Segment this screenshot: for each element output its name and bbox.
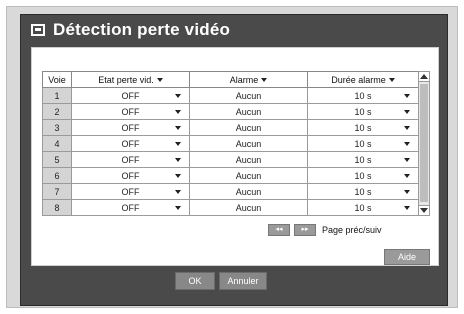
dropdown-arrow-icon — [388, 78, 395, 83]
dropdown-arrow-icon — [175, 174, 181, 178]
dropdown-arrow-icon — [261, 78, 268, 83]
duree-select[interactable]: 10 s — [307, 87, 419, 104]
alarme-value[interactable]: Aucun — [189, 167, 308, 184]
alarme-value[interactable]: Aucun — [189, 199, 308, 216]
etat-select[interactable]: OFF — [71, 119, 190, 136]
next-page-button[interactable]: ▸▸ — [294, 224, 316, 236]
etat-select[interactable]: OFF — [71, 103, 190, 120]
monitor-icon — [31, 24, 45, 36]
alarme-value[interactable]: Aucun — [189, 103, 308, 120]
etat-select[interactable]: OFF — [71, 87, 190, 104]
dropdown-arrow-icon — [404, 174, 410, 178]
channel-number: 3 — [42, 119, 72, 136]
channel-number: 7 — [42, 183, 72, 200]
video-loss-dialog: Détection perte vidéo Voie Etat perte vi… — [20, 14, 448, 306]
table-row: 2 OFF Aucun 10 s — [42, 103, 419, 120]
channel-number: 4 — [42, 135, 72, 152]
dialog-title: Détection perte vidéo — [53, 20, 231, 39]
etat-select[interactable]: OFF — [71, 199, 190, 216]
table-row: 7 OFF Aucun 10 s — [42, 183, 419, 200]
dropdown-arrow-icon — [175, 190, 181, 194]
channel-number: 6 — [42, 167, 72, 184]
dropdown-arrow-icon — [175, 206, 181, 210]
table-row: 1 OFF Aucun 10 s — [42, 87, 419, 104]
channel-number: 8 — [42, 199, 72, 216]
channel-number: 5 — [42, 151, 72, 168]
dropdown-arrow-icon — [404, 110, 410, 114]
alarme-value[interactable]: Aucun — [189, 119, 308, 136]
video-loss-table: Voie Etat perte vid. Alarme Durée alarme… — [42, 71, 419, 216]
etat-select[interactable]: OFF — [71, 167, 190, 184]
alarme-value[interactable]: Aucun — [189, 135, 308, 152]
channel-number: 1 — [42, 87, 72, 104]
dropdown-arrow-icon — [175, 158, 181, 162]
prev-page-button[interactable]: ◂◂ — [268, 224, 290, 236]
duree-select[interactable]: 10 s — [307, 119, 419, 136]
help-button[interactable]: Aide — [384, 249, 430, 265]
title-bar: Détection perte vidéo — [21, 15, 447, 45]
header-duree-alarme[interactable]: Durée alarme — [307, 71, 419, 88]
cancel-button[interactable]: Annuler — [219, 272, 267, 290]
duree-select[interactable]: 10 s — [307, 199, 419, 216]
dropdown-arrow-icon — [404, 94, 410, 98]
duree-select[interactable]: 10 s — [307, 135, 419, 152]
table-header-row: Voie Etat perte vid. Alarme Durée alarme — [42, 71, 419, 88]
dropdown-arrow-icon — [156, 78, 163, 83]
dropdown-arrow-icon — [404, 190, 410, 194]
duree-select[interactable]: 10 s — [307, 183, 419, 200]
table-row: 4 OFF Aucun 10 s — [42, 135, 419, 152]
table-row: 6 OFF Aucun 10 s — [42, 167, 419, 184]
dropdown-arrow-icon — [404, 206, 410, 210]
dropdown-arrow-icon — [404, 142, 410, 146]
alarme-value[interactable]: Aucun — [189, 183, 308, 200]
dropdown-arrow-icon — [175, 110, 181, 114]
table-row: 3 OFF Aucun 10 s — [42, 119, 419, 136]
table-row: 5 OFF Aucun 10 s — [42, 151, 419, 168]
content-panel: Voie Etat perte vid. Alarme Durée alarme… — [31, 47, 439, 266]
dropdown-arrow-icon — [404, 158, 410, 162]
dropdown-arrow-icon — [175, 142, 181, 146]
header-alarme[interactable]: Alarme — [189, 71, 308, 88]
pager: ◂◂ ▸▸ Page préc/suiv — [268, 224, 382, 236]
dropdown-arrow-icon — [175, 94, 181, 98]
ok-button[interactable]: OK — [175, 272, 215, 290]
alarme-value[interactable]: Aucun — [189, 151, 308, 168]
header-etat-perte[interactable]: Etat perte vid. — [71, 71, 190, 88]
dropdown-arrow-icon — [175, 126, 181, 130]
etat-select[interactable]: OFF — [71, 151, 190, 168]
scroll-up-icon[interactable] — [419, 72, 429, 82]
header-voie: Voie — [42, 71, 72, 88]
etat-select[interactable]: OFF — [71, 135, 190, 152]
scroll-down-icon[interactable] — [419, 205, 429, 215]
duree-select[interactable]: 10 s — [307, 103, 419, 120]
table-scrollbar[interactable] — [418, 71, 430, 216]
etat-select[interactable]: OFF — [71, 183, 190, 200]
duree-select[interactable]: 10 s — [307, 151, 419, 168]
duree-select[interactable]: 10 s — [307, 167, 419, 184]
alarme-value[interactable]: Aucun — [189, 87, 308, 104]
channel-number: 2 — [42, 103, 72, 120]
pager-label: Page préc/suiv — [322, 225, 382, 235]
scroll-thumb[interactable] — [420, 84, 428, 202]
table-row: 8 OFF Aucun 10 s — [42, 199, 419, 216]
dropdown-arrow-icon — [404, 126, 410, 130]
